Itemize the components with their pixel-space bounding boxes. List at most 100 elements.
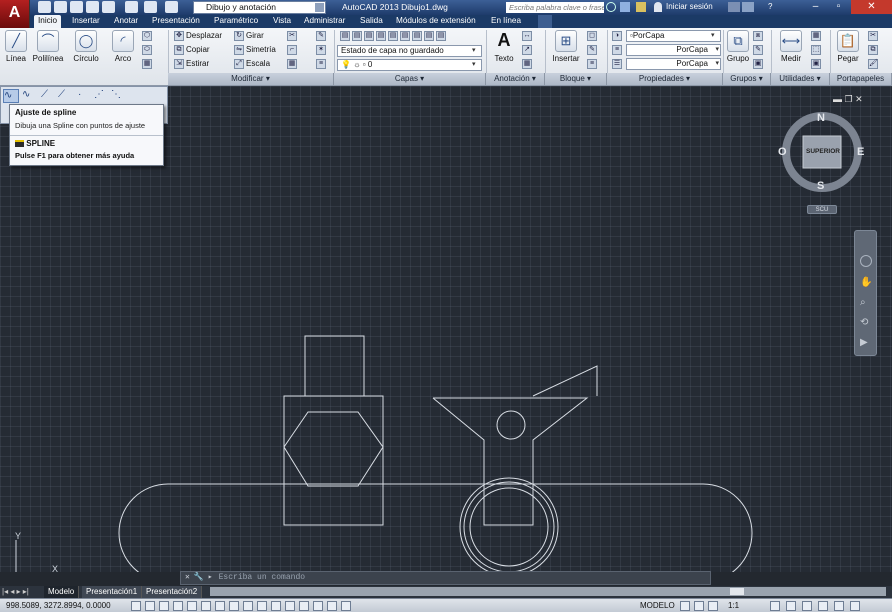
hardware-acceleration-icon[interactable] — [802, 601, 812, 611]
small-rectangle-shape[interactable] — [304, 335, 365, 397]
hatch-tool[interactable]: ▦ — [142, 58, 154, 70]
search-icon[interactable] — [606, 2, 616, 12]
edit-block-tool[interactable]: ✎ — [587, 44, 599, 56]
help-icon[interactable]: ? — [768, 2, 772, 11]
linetype-select[interactable]: PorCapa ▾ — [626, 44, 721, 56]
selection-cycling-icon[interactable] — [313, 601, 323, 611]
scale-button[interactable]: ⤢ Escala — [234, 58, 270, 70]
exchange-icon[interactable] — [728, 2, 740, 12]
layer-props-tool[interactable]: ▤ ▤ ▤ ▤ ▤ ▤ ▤ ▤ ▤ — [340, 30, 448, 42]
annotation-scale[interactable]: 1:1 — [728, 599, 739, 612]
annotation-scale-icon[interactable] — [708, 601, 718, 611]
offset-tool[interactable]: ≡ — [316, 58, 328, 70]
panel-title-utilidades[interactable]: Utilidades ▾ — [771, 73, 830, 85]
pan-icon[interactable]: ✋ — [860, 277, 872, 289]
lineweight-tool[interactable]: ☰ — [612, 58, 624, 70]
compass-o[interactable]: O — [778, 146, 787, 158]
spline-cv-button[interactable]: ∿ — [22, 89, 36, 103]
transparency-icon[interactable] — [285, 601, 295, 611]
xline-button[interactable]: ⟋ — [41, 89, 55, 103]
tab-nav-arrows[interactable]: |◂ ◂ ▸ ▸| — [2, 587, 29, 596]
maximize-button[interactable]: ▫ — [828, 0, 849, 14]
infer-constraints-icon[interactable] — [131, 601, 141, 611]
compass-s[interactable]: S — [817, 180, 824, 192]
calculator-tool[interactable]: ▦ — [811, 30, 823, 42]
linetype-tool[interactable]: ≡ — [612, 44, 624, 56]
tab-modulos[interactable]: Módulos de extensión — [396, 15, 476, 28]
group-select-tool[interactable]: ▣ — [753, 58, 765, 70]
slot-shape[interactable] — [118, 483, 753, 572]
mirror-button[interactable]: ⇋ Simetría — [234, 44, 276, 56]
autocad-logo-icon[interactable]: A — [0, 0, 30, 28]
panel-title-modificar[interactable]: Modificar ▾ — [168, 73, 334, 85]
3dosnap-icon[interactable] — [215, 601, 225, 611]
connect-icon[interactable] — [742, 2, 754, 12]
ellipse-tool[interactable]: ⬭ — [142, 44, 154, 56]
polyline-button[interactable]: ⌒ Polilínea — [31, 30, 65, 63]
create-block-tool[interactable]: ◻ — [587, 30, 599, 42]
leader-tool[interactable]: ↗ — [522, 44, 534, 56]
annotation-monitor-icon[interactable] — [327, 601, 337, 611]
cut-tool[interactable]: ✂ — [868, 30, 880, 42]
wrench-icon[interactable]: 🔧 — [194, 573, 208, 582]
tab-parametrico[interactable]: Paramétrico — [214, 15, 258, 28]
zoom-icon[interactable]: ⌕ — [860, 297, 872, 309]
quick-view-layouts-icon[interactable] — [680, 601, 690, 611]
copy-clip-tool[interactable]: ⧉ — [868, 44, 880, 56]
hexagon-shape[interactable] — [283, 411, 384, 487]
drawing-window-controls[interactable]: ▬ ❐ ✕ — [833, 94, 863, 105]
otrack-icon[interactable] — [229, 601, 239, 611]
copy-button[interactable]: ⧉ Copiar — [174, 44, 210, 56]
open-file-icon[interactable] — [54, 1, 67, 13]
command-input[interactable]: Escriba un comando — [219, 573, 305, 582]
tab-anotar[interactable]: Anotar — [114, 15, 138, 28]
tab-insertar[interactable]: Insertar — [72, 15, 100, 28]
measure-point-button[interactable]: ⋱ — [111, 89, 125, 103]
horizontal-scrollbar[interactable] — [210, 587, 886, 596]
lineweight-select[interactable]: PorCapa ▾ — [626, 58, 721, 70]
measure-button[interactable]: ⟷ Medir — [776, 30, 806, 63]
workspace-select[interactable]: Dibujo y anotación — [193, 1, 326, 14]
close-icon[interactable]: ✕ — [181, 573, 194, 582]
panel-title-propiedades[interactable]: Propiedades ▾ — [607, 73, 723, 85]
save-as-icon[interactable] — [86, 1, 99, 13]
ring-middle-shape[interactable] — [463, 481, 555, 572]
quick-view-drawings-icon[interactable] — [694, 601, 704, 611]
paste-button[interactable]: 📋 Pegar — [835, 30, 861, 63]
panel-title-anotacion[interactable]: Anotación ▾ — [486, 73, 545, 85]
quick-properties-icon[interactable] — [299, 601, 309, 611]
search-input[interactable]: Escriba palabra clave o frase — [506, 2, 604, 13]
layer-state-select[interactable]: Estado de capa no guardado ▾ — [337, 45, 482, 57]
wcs-menu[interactable]: SCU — [807, 205, 837, 214]
tab-presentacion1[interactable]: Presentación1 — [82, 586, 143, 598]
clean-screen-icon[interactable] — [850, 601, 860, 611]
move-button[interactable]: ✥ Desplazar — [174, 30, 222, 42]
osnap-icon[interactable] — [201, 601, 211, 611]
dyn-icon[interactable] — [257, 601, 267, 611]
small-circle-shape[interactable] — [496, 410, 526, 440]
panel-title-portapapeles[interactable]: Portapapeles — [830, 73, 892, 85]
panel-title-capas[interactable]: Capas ▾ — [334, 73, 486, 85]
model-space-icon[interactable] — [341, 601, 351, 611]
tab-en-linea[interactable]: En línea — [491, 15, 521, 28]
showmotion-icon[interactable]: ▶ — [860, 337, 872, 349]
group-button[interactable]: ⧉ Grupo — [725, 30, 751, 63]
login-link[interactable]: Iniciar sesión — [666, 2, 713, 11]
undo-icon[interactable] — [144, 1, 157, 13]
fillet-tool[interactable]: ⌐ — [287, 44, 299, 56]
trim-tool[interactable]: ✂ — [287, 30, 299, 42]
divide-button[interactable]: ⋰ — [94, 89, 108, 103]
point-button[interactable]: · — [78, 89, 88, 103]
status-menu-icon[interactable] — [834, 601, 844, 611]
lock-icon[interactable] — [786, 601, 796, 611]
scroll-thumb[interactable] — [730, 588, 744, 595]
minimize-button[interactable]: – — [805, 0, 826, 14]
tab-presentacion[interactable]: Presentación — [152, 15, 200, 28]
orbit-icon[interactable]: ⟲ — [860, 317, 872, 329]
funnel-shape[interactable] — [432, 397, 589, 526]
grid-icon[interactable] — [159, 601, 169, 611]
print-icon[interactable] — [125, 1, 138, 13]
isolate-objects-icon[interactable] — [818, 601, 828, 611]
handle-shape[interactable] — [532, 365, 598, 397]
space-indicator[interactable]: MODELO — [640, 599, 675, 612]
